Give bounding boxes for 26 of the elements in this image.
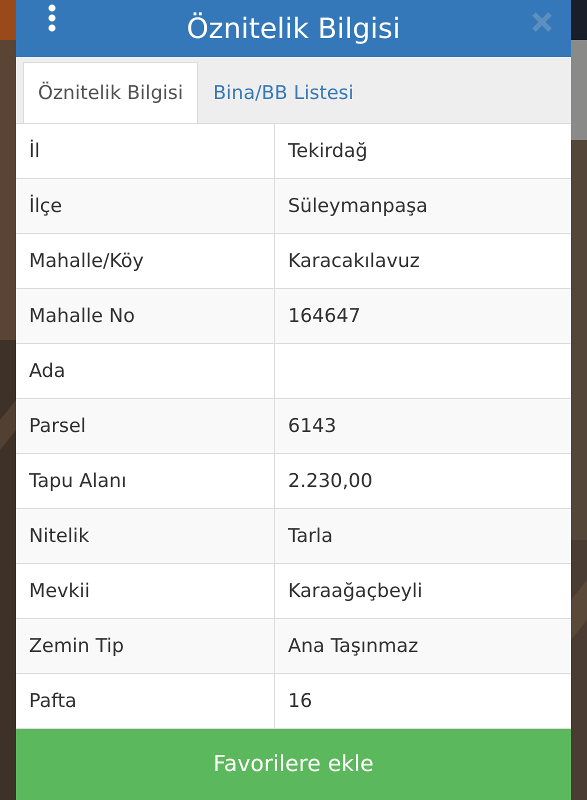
- attribute-value: 6143: [287, 414, 338, 439]
- dialog-title: Öznitelik Bilgisi: [186, 12, 400, 45]
- attribute-label: Parsel: [16, 399, 275, 453]
- attribute-label: Mevkii: [16, 564, 275, 618]
- tab[interactable]: Öznitelik Bilgisi: [23, 62, 198, 123]
- attribute-value: Karaağaçbeyli: [287, 579, 424, 604]
- attribute-label: Tapu Alanı: [16, 454, 275, 508]
- attribute-value: Ana Taşınmaz: [287, 634, 420, 659]
- attribute-label: İl: [16, 124, 275, 178]
- attribute-label: Ada: [16, 344, 275, 398]
- attribute-label: Zemin Tip: [16, 619, 275, 673]
- attribute-value: 16: [287, 689, 314, 714]
- attribute-label: Pafta: [16, 674, 275, 728]
- menu-icon[interactable]: [47, 4, 57, 34]
- attribute-value: 164647: [287, 304, 362, 329]
- attribute-value: Tekirdağ: [287, 139, 369, 164]
- attribute-value: Süleymanpaşa: [287, 194, 429, 219]
- attribute-label: İlçe: [16, 179, 275, 233]
- attribute-label: Mahalle/Köy: [16, 234, 275, 288]
- attribute-label: Nitelik: [16, 509, 275, 563]
- attribute-value: Tarla: [287, 524, 334, 549]
- tab[interactable]: Bina/BB Listesi: [198, 62, 369, 123]
- attribute-value: 2.230,00: [287, 469, 374, 494]
- add-to-favorites-button[interactable]: Favorilere ekle: [16, 729, 571, 800]
- attribute-value: Karacakılavuz: [287, 249, 421, 274]
- attribute-label: Mahalle No: [16, 289, 275, 343]
